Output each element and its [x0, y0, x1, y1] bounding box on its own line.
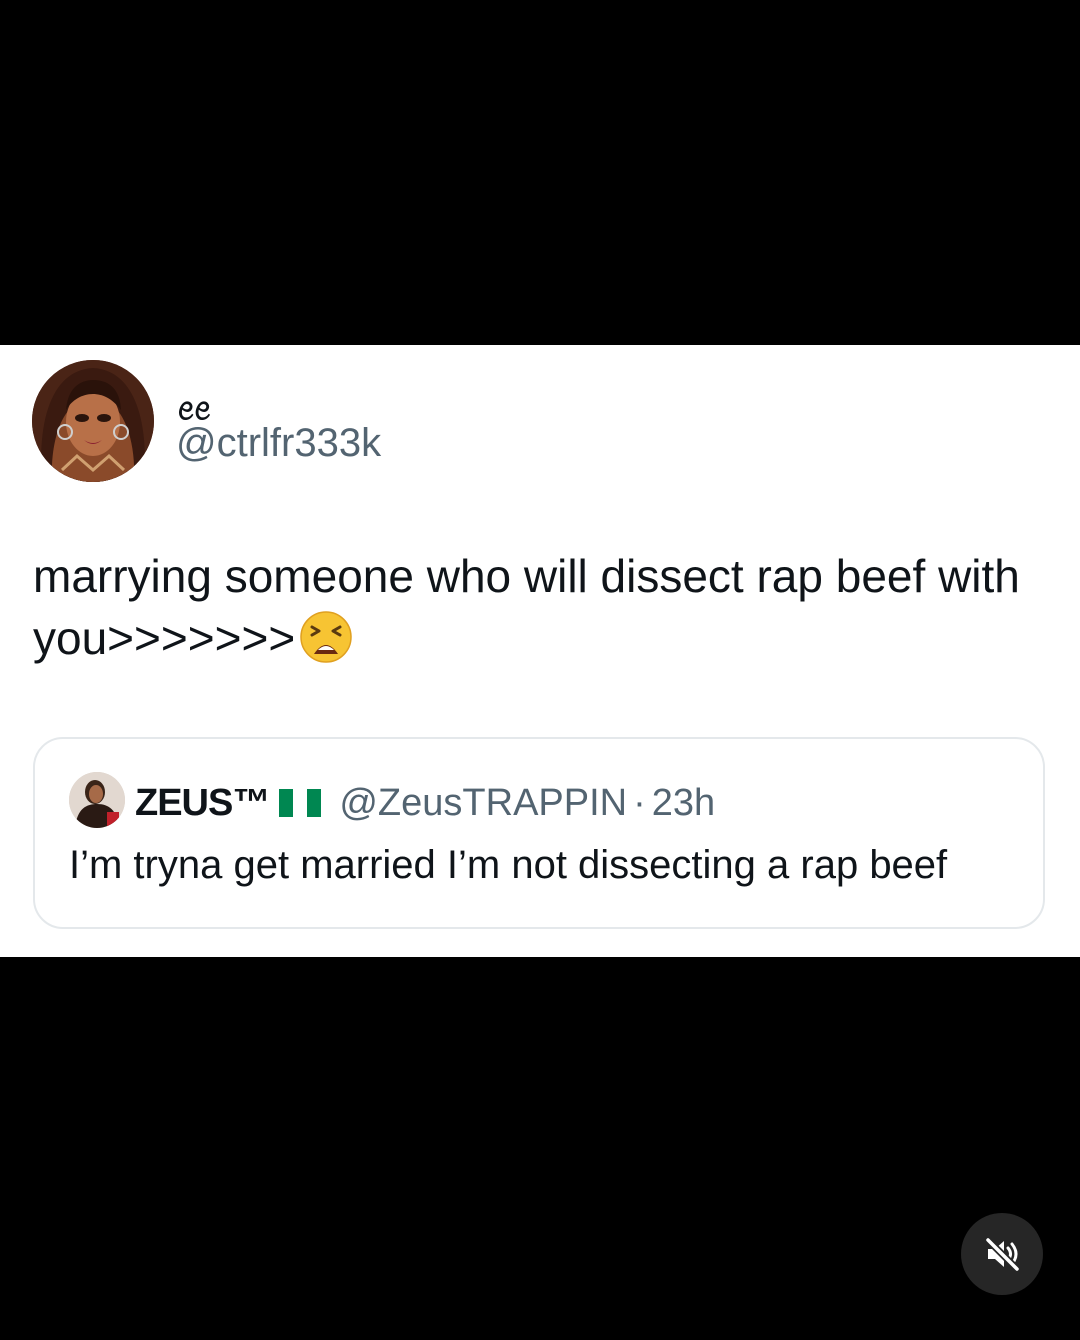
quote-timestamp[interactable]: 23h [652, 782, 715, 825]
nigeria-flag-icon [279, 789, 322, 817]
tweet-card[interactable]: ꫀꫀ @ctrlfr333k marrying someone who will… [0, 345, 1080, 957]
user-avatar[interactable] [32, 360, 154, 482]
tweet-handle[interactable]: @ctrlfr333k [176, 421, 381, 466]
tired-face-emoji [299, 610, 353, 679]
quote-text: I’m tryna get married I’m not dissecting… [69, 843, 948, 887]
tweet-body: marrying someone who will dissect rap be… [33, 545, 1063, 679]
mute-toggle-button[interactable] [961, 1213, 1043, 1295]
quote-separator: · [633, 781, 646, 824]
avatar-illustration [32, 360, 154, 482]
quote-avatar[interactable] [69, 772, 125, 828]
quoted-tweet[interactable]: ZEUS™ @ZeusTRAPPIN · 23h I’m tryna get m… [33, 737, 1045, 929]
tweet-text: marrying someone who will dissect rap be… [33, 550, 1020, 664]
quote-handle[interactable]: @ZeusTRAPPIN [339, 782, 627, 825]
quote-display-name[interactable]: ZEUS™ [135, 782, 270, 825]
quote-header: ZEUS™ @ZeusTRAPPIN · 23h [135, 779, 715, 827]
speaker-muted-icon [984, 1236, 1021, 1273]
quote-avatar-photo [69, 772, 125, 828]
